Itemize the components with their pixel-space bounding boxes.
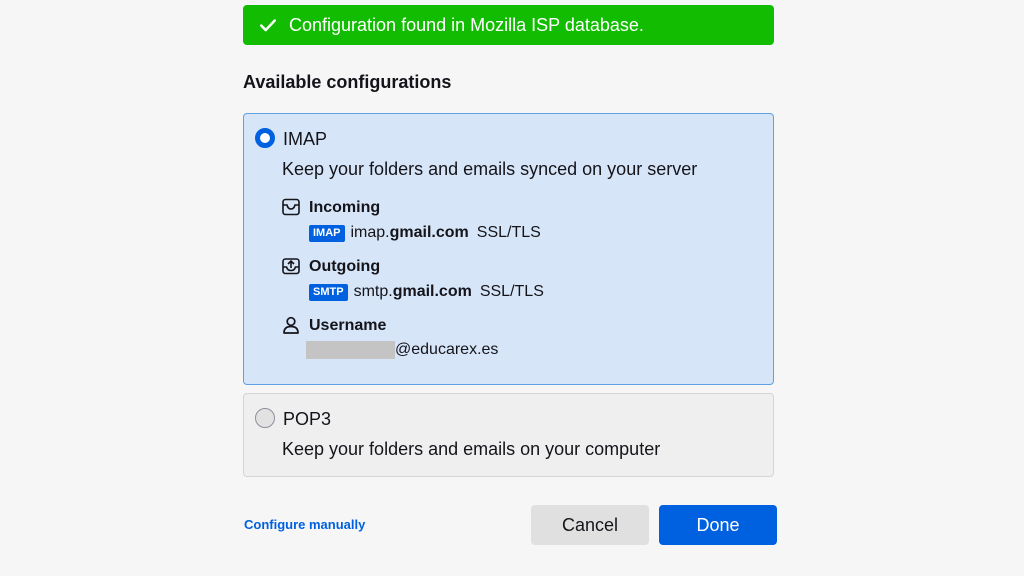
imap-option-card[interactable]: IMAP Keep your folders and emails synced… bbox=[243, 113, 774, 385]
outgoing-host: smtp.gmail.com bbox=[353, 283, 472, 300]
incoming-host: imap.gmail.com bbox=[350, 224, 469, 241]
outbox-icon bbox=[282, 258, 300, 275]
section-title: Available configurations bbox=[243, 72, 452, 92]
user-icon bbox=[283, 316, 299, 334]
incoming-label: Incoming bbox=[309, 199, 381, 216]
outgoing-security: SSL/TLS bbox=[479, 283, 544, 300]
banner-text: Configuration found in Mozilla ISP datab… bbox=[289, 14, 644, 35]
pop3-option-card[interactable]: POP3 Keep your folders and emails on you… bbox=[243, 393, 774, 477]
imap-radio[interactable] bbox=[255, 128, 275, 148]
cancel-button[interactable]: Cancel bbox=[531, 505, 649, 545]
incoming-security: SSL/TLS bbox=[476, 224, 541, 241]
done-button[interactable]: Done bbox=[659, 505, 777, 545]
imap-description: Keep your folders and emails synced on y… bbox=[282, 159, 698, 179]
incoming-server: IMAP imap.gmail.com SSL/TLS bbox=[309, 224, 541, 242]
inbox-icon bbox=[282, 198, 300, 216]
check-icon bbox=[260, 19, 276, 32]
redacted-username bbox=[306, 341, 395, 359]
smtp-protocol-badge: SMTP bbox=[309, 283, 348, 301]
pop3-radio[interactable] bbox=[255, 408, 275, 428]
imap-title: IMAP bbox=[283, 129, 328, 149]
username-value: @educarex.es bbox=[306, 341, 498, 359]
outgoing-label: Outgoing bbox=[309, 258, 381, 275]
outgoing-server: SMTP smtp.gmail.com SSL/TLS bbox=[309, 283, 544, 301]
imap-protocol-badge: IMAP bbox=[309, 224, 345, 242]
success-banner: Configuration found in Mozilla ISP datab… bbox=[243, 5, 774, 45]
pop3-description: Keep your folders and emails on your com… bbox=[282, 439, 661, 459]
username-domain: @educarex.es bbox=[395, 341, 499, 358]
pop3-title: POP3 bbox=[283, 409, 332, 429]
configure-manually-link[interactable]: Configure manually bbox=[244, 517, 365, 532]
username-label: Username bbox=[309, 317, 387, 334]
